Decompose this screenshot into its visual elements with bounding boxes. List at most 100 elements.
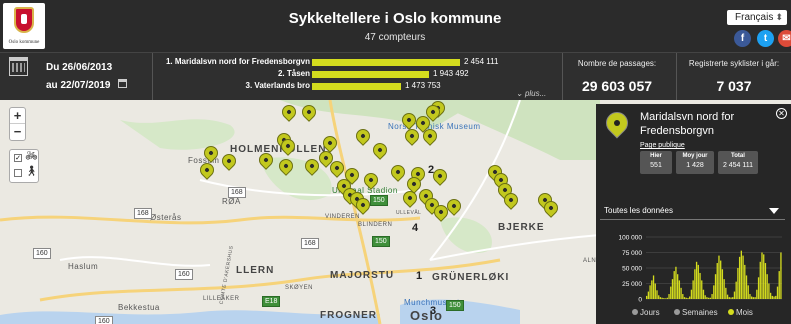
chart-bar[interactable] bbox=[742, 255, 744, 299]
chart-bar[interactable] bbox=[754, 297, 756, 299]
chart-bar[interactable] bbox=[757, 277, 760, 299]
chart-bar[interactable] bbox=[673, 271, 675, 299]
chart-bar[interactable] bbox=[675, 266, 677, 299]
chart-bar[interactable] bbox=[716, 263, 718, 299]
chart-bar[interactable] bbox=[751, 296, 753, 299]
chart-bar[interactable] bbox=[723, 279, 725, 299]
chart-bar[interactable] bbox=[647, 291, 650, 299]
twitter-icon[interactable]: t bbox=[757, 30, 774, 47]
chart-bar[interactable] bbox=[761, 252, 763, 300]
rank-row-1[interactable]: 1. Maridalsvn nord for Fredensborgvn 2 4… bbox=[160, 57, 560, 69]
chart-bar[interactable] bbox=[735, 281, 737, 299]
legend-months[interactable]: Mois bbox=[728, 308, 753, 317]
chart-bar[interactable] bbox=[780, 252, 782, 300]
chart-bar[interactable] bbox=[764, 263, 767, 299]
chart-bar[interactable] bbox=[737, 268, 739, 299]
chart-bar[interactable] bbox=[646, 295, 648, 299]
chart-bar[interactable] bbox=[759, 261, 761, 299]
chart-bar[interactable] bbox=[725, 287, 727, 299]
chart-bar[interactable] bbox=[701, 280, 703, 299]
chart-bar[interactable] bbox=[666, 297, 668, 299]
bike-layer-checkbox[interactable]: ✓ bbox=[14, 154, 22, 162]
chart-bar[interactable] bbox=[697, 264, 699, 299]
chart-bar[interactable] bbox=[694, 269, 696, 299]
chart-bar[interactable] bbox=[678, 280, 681, 299]
calendar-small-icon[interactable] bbox=[118, 79, 127, 88]
chart-bar[interactable] bbox=[768, 283, 770, 300]
pedestrian-layer-checkbox[interactable] bbox=[14, 169, 22, 177]
chart-bar[interactable] bbox=[752, 297, 755, 299]
chart-bar[interactable] bbox=[683, 297, 686, 299]
chart-bar[interactable] bbox=[733, 291, 736, 299]
chart-bar[interactable] bbox=[740, 250, 743, 299]
chart-bar[interactable] bbox=[659, 297, 662, 299]
chart-bar[interactable] bbox=[663, 298, 665, 299]
chart-bar[interactable] bbox=[713, 285, 715, 299]
chart-bar[interactable] bbox=[771, 295, 773, 299]
chart-bar[interactable] bbox=[661, 297, 663, 299]
chart-bar[interactable] bbox=[658, 295, 660, 299]
date-from[interactable]: Du 26/06/2013 bbox=[46, 62, 112, 73]
chart-bar[interactable] bbox=[728, 297, 730, 299]
data-range-select[interactable]: Toutes les données bbox=[600, 202, 785, 220]
chart-bar[interactable] bbox=[730, 297, 732, 299]
chart-bar[interactable] bbox=[682, 294, 684, 299]
chart-bar[interactable] bbox=[749, 294, 751, 299]
zoom-in-button[interactable]: + bbox=[10, 108, 25, 124]
rank-row-2[interactable]: 2. Tåsen 1 943 492 bbox=[160, 69, 560, 81]
chart-bar[interactable] bbox=[773, 296, 775, 299]
chart-bar[interactable] bbox=[711, 294, 713, 299]
chart-bar[interactable] bbox=[687, 298, 689, 299]
chart-bar[interactable] bbox=[680, 287, 682, 299]
chart-bar[interactable] bbox=[756, 289, 758, 299]
public-page-link[interactable]: Page publique bbox=[640, 142, 685, 149]
chart-bar[interactable] bbox=[745, 275, 748, 299]
chart-bar[interactable] bbox=[706, 297, 708, 299]
chart-bar[interactable] bbox=[689, 296, 691, 299]
email-icon[interactable]: ✉ bbox=[778, 30, 791, 47]
chart-bar[interactable] bbox=[652, 275, 655, 299]
chart-bar[interactable] bbox=[720, 260, 722, 299]
language-select[interactable]: Français ⬍ bbox=[727, 10, 787, 25]
chart-bar[interactable] bbox=[747, 285, 749, 299]
chart-bar[interactable] bbox=[766, 274, 768, 299]
zoom-out-button[interactable]: − bbox=[10, 124, 25, 140]
chart-bar[interactable] bbox=[732, 297, 734, 299]
chart-bar[interactable] bbox=[704, 295, 706, 299]
chart-bar[interactable] bbox=[738, 256, 741, 299]
date-to[interactable]: au 22/07/2019 bbox=[46, 80, 111, 91]
facebook-icon[interactable]: f bbox=[734, 30, 751, 47]
chart-bar[interactable] bbox=[676, 274, 679, 299]
chart-bar[interactable] bbox=[776, 286, 779, 299]
chart-bar[interactable] bbox=[775, 295, 777, 299]
oslo-kommune-logo[interactable]: Oslo kommune bbox=[3, 3, 45, 49]
chart-bar[interactable] bbox=[714, 274, 717, 299]
chart-bar[interactable] bbox=[656, 290, 658, 299]
chart-bar[interactable] bbox=[685, 297, 687, 299]
chart-bar[interactable] bbox=[721, 269, 724, 299]
chart-bar[interactable] bbox=[651, 280, 653, 299]
chart-bar[interactable] bbox=[690, 289, 693, 299]
legend-days[interactable]: Jours bbox=[632, 308, 660, 317]
chart-bar[interactable] bbox=[649, 285, 651, 299]
chart-bar[interactable] bbox=[769, 292, 772, 299]
chart-bar[interactable] bbox=[702, 289, 705, 299]
chart-bar[interactable] bbox=[744, 264, 746, 299]
calendar-icon[interactable] bbox=[9, 57, 28, 76]
rank-row-3[interactable]: 3. Vaterlands bro 1 473 753 bbox=[160, 81, 560, 93]
chart-bar[interactable] bbox=[695, 261, 698, 299]
chart-bar[interactable] bbox=[707, 297, 710, 299]
chart-bar[interactable] bbox=[718, 255, 720, 299]
chart-bar[interactable] bbox=[654, 283, 656, 300]
chart-bar[interactable] bbox=[778, 271, 780, 299]
chart-bar[interactable] bbox=[763, 254, 765, 299]
chart-bar[interactable] bbox=[668, 294, 670, 299]
close-icon[interactable]: ✕ bbox=[776, 108, 787, 119]
chart-bar[interactable] bbox=[726, 294, 729, 299]
legend-weeks[interactable]: Semaines bbox=[674, 308, 718, 317]
chart-bar[interactable] bbox=[692, 280, 694, 299]
chart-bar[interactable] bbox=[670, 286, 672, 299]
chart-bar[interactable] bbox=[709, 297, 712, 299]
chart-bar[interactable] bbox=[699, 272, 701, 299]
chart-bar[interactable] bbox=[664, 298, 667, 299]
